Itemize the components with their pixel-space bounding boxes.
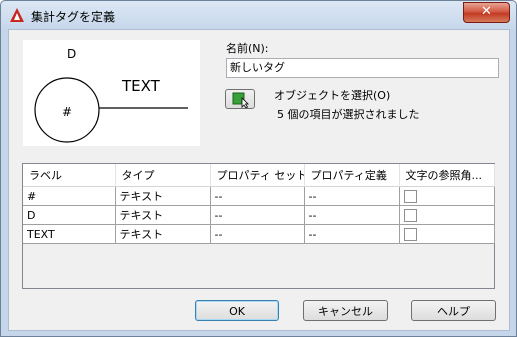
- name-label: 名前(N):: [226, 42, 269, 55]
- cell-property-definition[interactable]: --: [304, 186, 400, 206]
- close-button[interactable]: ✕: [463, 2, 510, 23]
- text-ref-angle-checkbox[interactable]: [403, 227, 417, 241]
- select-objects-label: オブジェクトを選択(O): [274, 89, 391, 102]
- column-header-type[interactable]: タイプ: [115, 164, 211, 187]
- preview-tag-d: D: [67, 47, 76, 61]
- table-header-row: ラベル タイプ プロパティ セット プロパティ定義 文字の参照角...: [23, 164, 495, 187]
- autocad-app-icon: [10, 8, 24, 22]
- cell-label[interactable]: D: [23, 205, 116, 225]
- cell-property-set[interactable]: --: [210, 186, 305, 206]
- column-header-text-ref-angle[interactable]: 文字の参照角...: [399, 164, 495, 187]
- select-objects-button[interactable]: [225, 89, 255, 109]
- cell-property-definition[interactable]: --: [304, 205, 400, 225]
- cell-property-set[interactable]: --: [210, 224, 305, 244]
- column-header-property-set[interactable]: プロパティ セット: [210, 164, 305, 187]
- cell-text-ref-angle: [399, 186, 495, 206]
- text-ref-angle-checkbox[interactable]: [403, 189, 417, 203]
- title-bar[interactable]: 集計タグを定義 ✕: [1, 1, 516, 29]
- window-title: 集計タグを定義: [31, 10, 116, 24]
- selection-status: 5 個の項目が選択されました: [277, 108, 420, 121]
- preview-tag-hash: #: [62, 105, 72, 119]
- define-tag-dialog: 集計タグを定義 ✕ D # TEXT 名前(N): オブジェクトを選択(O) 5…: [0, 0, 517, 337]
- tag-table: ラベル タイプ プロパティ セット プロパティ定義 文字の参照角... # テキ…: [22, 163, 495, 289]
- name-input[interactable]: [226, 58, 499, 78]
- cancel-button[interactable]: キャンセル: [303, 300, 388, 321]
- cell-text-ref-angle: [399, 224, 495, 244]
- table-row[interactable]: # テキスト -- --: [23, 186, 495, 206]
- cell-type[interactable]: テキスト: [115, 205, 211, 225]
- tag-preview: D # TEXT: [23, 40, 200, 146]
- cell-label[interactable]: TEXT: [23, 224, 116, 244]
- cell-type[interactable]: テキスト: [115, 186, 211, 206]
- cell-property-set[interactable]: --: [210, 205, 305, 225]
- close-icon: ✕: [481, 4, 492, 19]
- preview-tag-text: TEXT: [121, 77, 161, 95]
- cell-text-ref-angle: [399, 205, 495, 225]
- table-row[interactable]: TEXT テキスト -- --: [23, 224, 495, 244]
- text-ref-angle-checkbox[interactable]: [403, 208, 417, 222]
- tag-grid: ラベル タイプ プロパティ セット プロパティ定義 文字の参照角... # テキ…: [23, 164, 495, 244]
- help-button[interactable]: ヘルプ: [411, 300, 496, 321]
- column-header-label[interactable]: ラベル: [23, 164, 116, 187]
- cell-type[interactable]: テキスト: [115, 224, 211, 244]
- table-row[interactable]: D テキスト -- --: [23, 205, 495, 225]
- ok-button[interactable]: OK: [195, 300, 279, 321]
- dialog-body: D # TEXT 名前(N): オブジェクトを選択(O) 5 個の項目が選択され…: [8, 29, 510, 331]
- select-objects-icon: [232, 92, 249, 109]
- cell-label[interactable]: #: [23, 186, 116, 206]
- cell-property-definition[interactable]: --: [304, 224, 400, 244]
- column-header-property-definition[interactable]: プロパティ定義: [304, 164, 400, 187]
